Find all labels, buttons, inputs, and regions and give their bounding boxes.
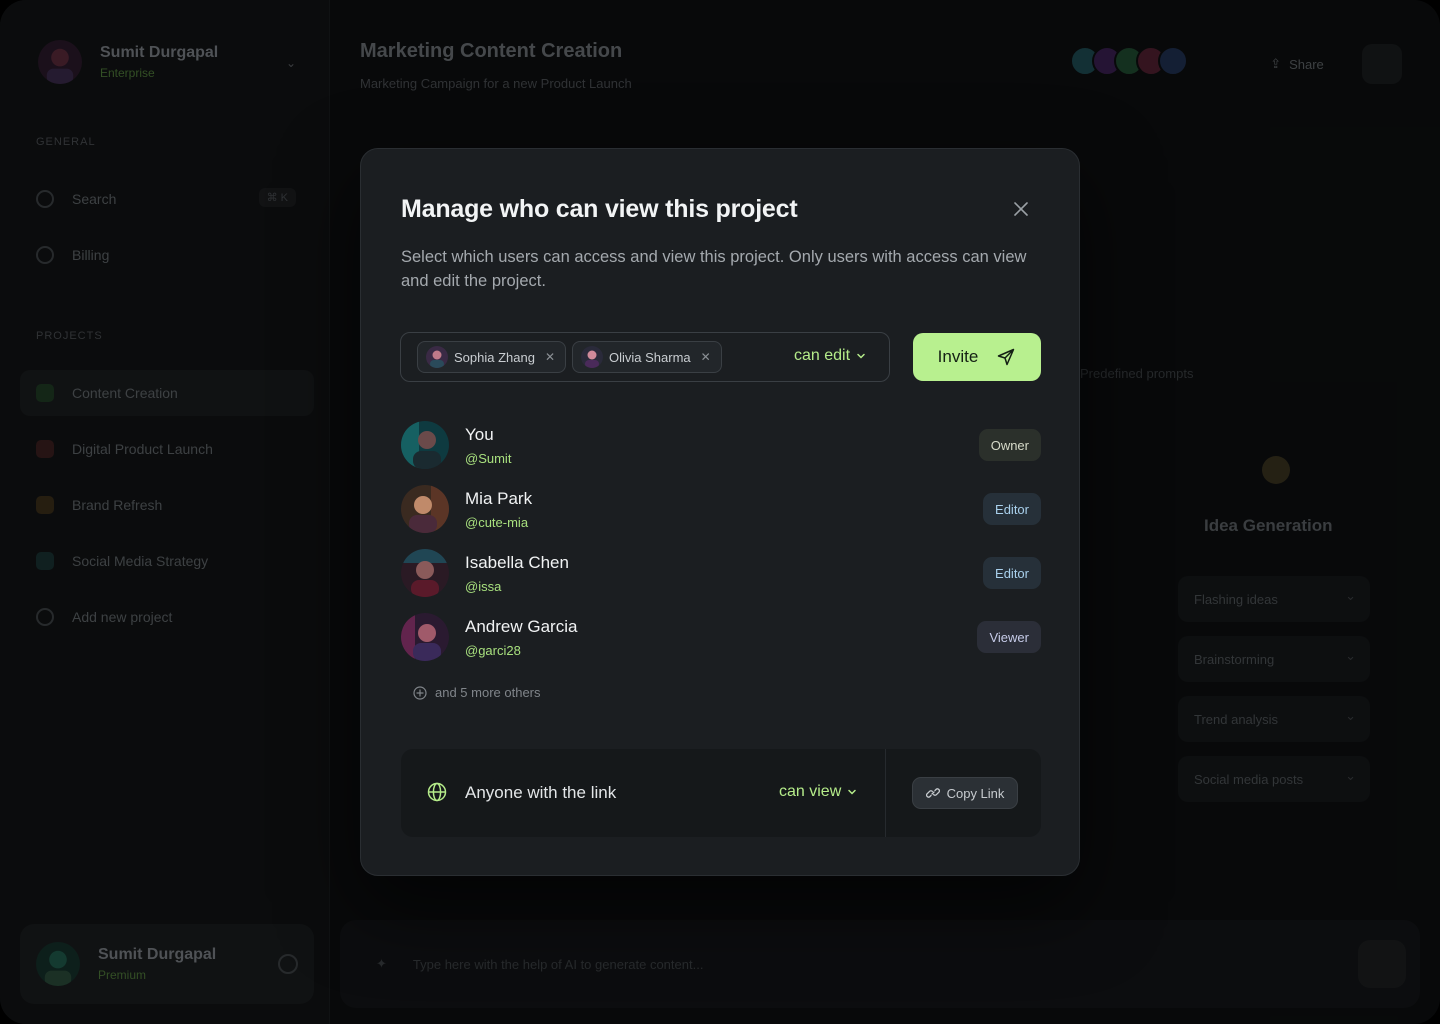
user-chip[interactable]: Sophia Zhang ✕ — [417, 341, 567, 373]
user-chip[interactable]: Olivia Sharma ✕ — [572, 341, 722, 373]
more-members-label: and 5 more others — [435, 685, 541, 700]
avatar — [401, 421, 449, 469]
avatar — [401, 613, 449, 661]
member-handle: @Sumit — [465, 451, 512, 466]
member-name: Isabella Chen — [465, 553, 569, 572]
app-window: Sumit Durgapal Enterprise ⌄ GENERAL Sear… — [0, 0, 1440, 1024]
invite-button[interactable]: Invite — [913, 333, 1041, 381]
chevron-down-icon — [848, 789, 856, 795]
close-button[interactable] — [1005, 193, 1037, 225]
close-icon — [1014, 202, 1028, 216]
role-badge[interactable]: Editor — [983, 493, 1041, 525]
remove-chip-icon[interactable]: ✕ — [545, 350, 555, 364]
share-modal: Manage who can view this project Select … — [360, 148, 1080, 876]
role-badge[interactable]: Viewer — [977, 621, 1041, 653]
member-row: Andrew Garcia @garci28 Viewer — [401, 613, 1041, 663]
member-handle: @garci28 — [465, 643, 521, 658]
chip-label: Olivia Sharma — [609, 349, 691, 365]
link-icon — [925, 788, 940, 798]
member-name: Mia Park — [465, 489, 533, 508]
link-access-label: Anyone with the link — [465, 783, 617, 802]
remove-chip-icon[interactable]: ✕ — [701, 350, 711, 364]
role-badge[interactable]: Owner — [978, 429, 1041, 461]
link-permission-dropdown[interactable]: can view — [779, 783, 857, 801]
copy-link-button[interactable]: Copy Link — [912, 777, 1018, 809]
invite-permission-dropdown[interactable]: can edit — [794, 347, 866, 365]
modal-description: Select which users can access and view t… — [401, 248, 1027, 290]
link-sharing-panel: Anyone with the link can view Copy Link — [401, 749, 1041, 837]
send-icon — [998, 348, 1015, 366]
copy-link-label: Copy Link — [946, 785, 1005, 801]
member-handle: @issa — [465, 579, 502, 594]
member-name: Andrew Garcia — [465, 617, 578, 636]
member-row: Isabella Chen @issa Editor — [401, 549, 1041, 599]
role-badge[interactable]: Editor — [983, 557, 1041, 589]
permission-label: can view — [779, 783, 842, 800]
chip-label: Sophia Zhang — [454, 349, 535, 365]
more-members-link[interactable]: and 5 more others — [413, 685, 541, 700]
avatar — [401, 549, 449, 597]
avatar — [426, 346, 448, 368]
divider — [885, 749, 886, 837]
avatar — [401, 485, 449, 533]
avatar — [581, 346, 604, 368]
member-handle: @cute-mia — [465, 515, 529, 530]
member-row: Mia Park @cute-mia Editor — [401, 485, 1041, 535]
plus-circle-icon — [413, 685, 427, 700]
member-row: You @Sumit Owner — [401, 421, 1041, 471]
globe-icon — [427, 782, 447, 802]
invite-label: Invite — [937, 347, 979, 366]
chevron-down-icon — [857, 353, 865, 359]
modal-title: Manage who can view this project — [401, 195, 798, 223]
permission-label: can edit — [794, 347, 851, 364]
member-name: You — [465, 425, 494, 444]
